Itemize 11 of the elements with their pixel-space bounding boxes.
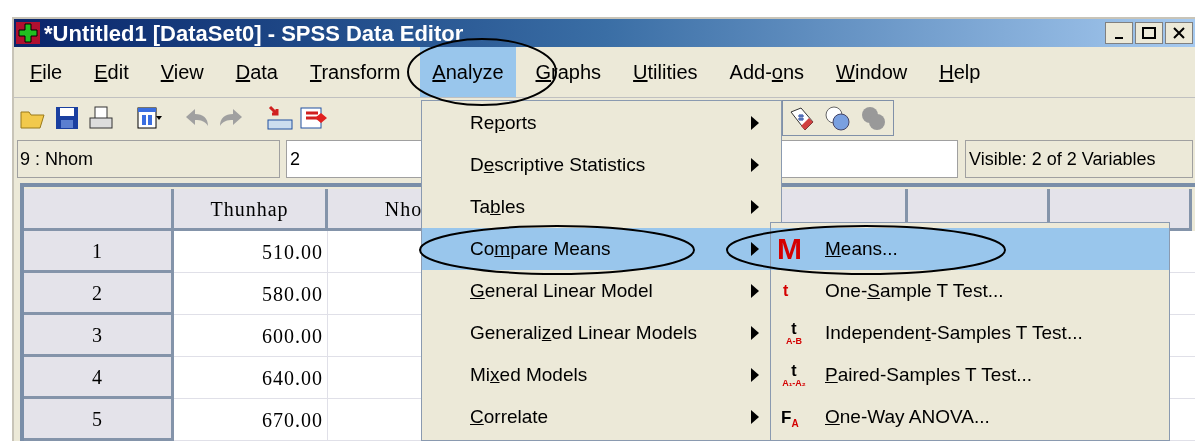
table-cell: 510.00 xyxy=(174,231,328,273)
table-cell: 600.00 xyxy=(174,315,328,357)
visible-variables-label: Visible: 2 of 2 Variables xyxy=(965,140,1193,179)
cell-name-box: 9 : Nhom xyxy=(17,140,280,179)
window-title: *Untitled1 [DataSet0] - SPSS Data Editor xyxy=(44,19,464,48)
t-test-icon: t A-B xyxy=(777,320,811,346)
t-test-icon: t A₁-A₂ xyxy=(777,362,811,388)
table-cell: 580.00 xyxy=(174,273,328,315)
table-cell: 640.00 xyxy=(174,357,328,399)
table-cell: 670.00 xyxy=(174,399,328,441)
t-test-icon: t xyxy=(777,283,811,299)
